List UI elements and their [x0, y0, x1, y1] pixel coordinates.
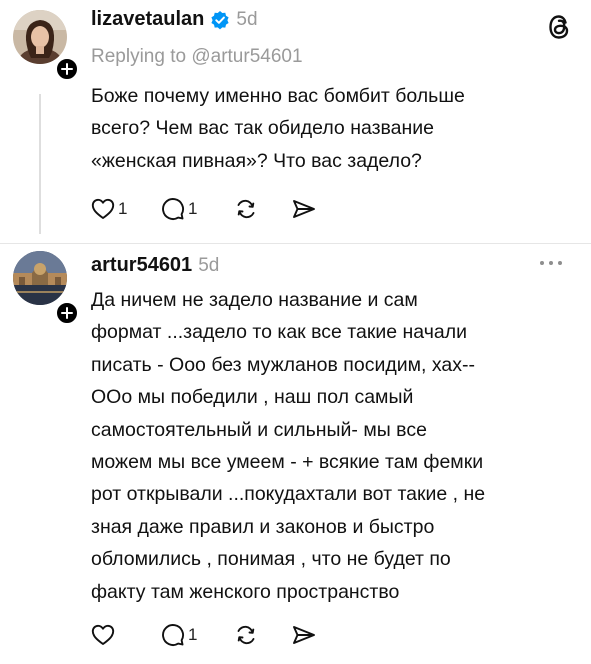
post-actions: 1 1: [91, 195, 317, 223]
comment-icon: [162, 624, 184, 646]
plus-icon: [61, 63, 73, 75]
post-text: Да ничем не задело название и сам формат…: [91, 289, 486, 603]
reply-button[interactable]: 1: [161, 195, 233, 223]
follow-button[interactable]: [54, 300, 80, 326]
repost-button[interactable]: [233, 621, 291, 649]
like-button[interactable]: 1: [91, 195, 161, 223]
replying-to-label[interactable]: Replying to @artur54601: [91, 46, 303, 68]
more-options-icon: [540, 261, 544, 265]
more-options-button[interactable]: [540, 261, 562, 265]
threads-logo[interactable]: [545, 12, 573, 47]
share-button[interactable]: [291, 621, 317, 649]
plus-icon: [61, 307, 73, 319]
username[interactable]: artur54601: [91, 254, 192, 277]
like-button[interactable]: [91, 621, 161, 649]
avatar[interactable]: [13, 10, 67, 64]
send-icon: [293, 200, 315, 218]
like-count: 1: [118, 199, 128, 218]
timestamp: 5d: [236, 8, 258, 30]
reply-button[interactable]: 1: [161, 621, 233, 649]
share-button[interactable]: [291, 195, 317, 223]
heart-icon: [91, 198, 115, 219]
repost-button[interactable]: [233, 195, 291, 223]
repost-icon: [237, 625, 255, 645]
reply-count: 1: [188, 625, 198, 644]
threads-logo-icon: [549, 15, 569, 39]
verified-badge-icon: [211, 10, 229, 29]
username[interactable]: lizavetaulan: [91, 8, 204, 31]
reply-count: 1: [188, 199, 198, 218]
post-actions: 1: [91, 621, 317, 649]
comment-icon: [162, 198, 184, 220]
follow-button[interactable]: [54, 56, 80, 82]
avatar[interactable]: [13, 251, 67, 305]
repost-icon: [237, 199, 255, 219]
timestamp: 5d: [198, 254, 220, 276]
reply-post-lizavetaulan: lizavetaulan 5d Replying to @artur54601 …: [0, 0, 591, 244]
heart-icon: [91, 624, 115, 645]
reply-post-artur54601: artur54601 5d Да ничем не задело названи…: [0, 244, 591, 664]
post-text: Боже почему именно вас бомбит больше все…: [91, 85, 465, 172]
send-icon: [293, 626, 315, 644]
thread-line: [39, 94, 41, 234]
